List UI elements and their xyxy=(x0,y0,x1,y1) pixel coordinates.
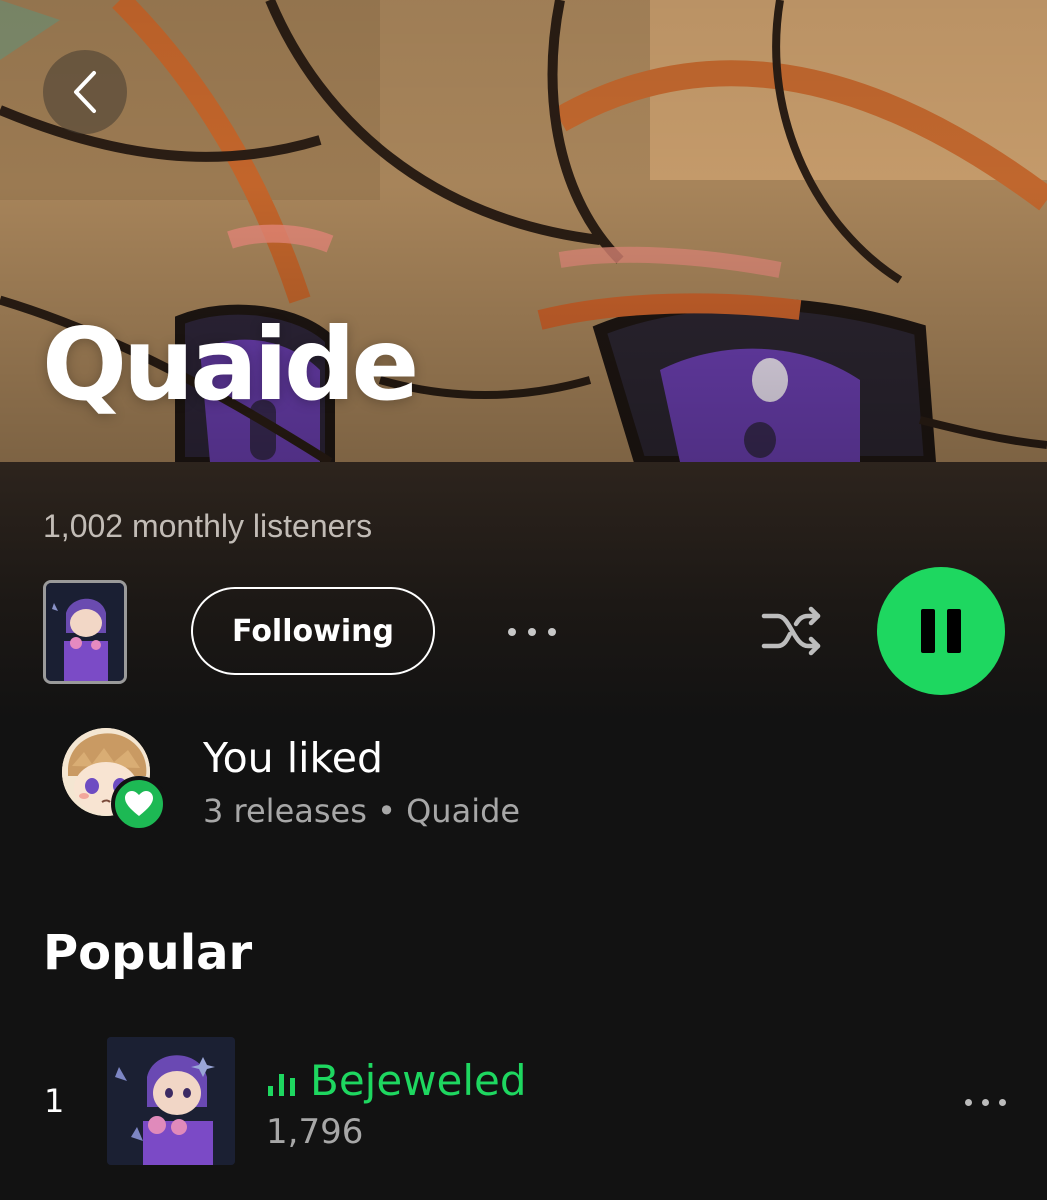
liked-subtitle: 3 releases • Quaide xyxy=(203,792,521,830)
following-button[interactable]: Following xyxy=(191,587,435,675)
monthly-listeners: 1,002 monthly listeners xyxy=(43,508,373,544)
artist-hero-banner: Quaide xyxy=(0,0,1047,462)
track-row[interactable]: 1 Bejeweled 1,796 xyxy=(0,1030,1047,1170)
track-artwork xyxy=(107,1037,235,1165)
shuffle-icon xyxy=(761,606,821,656)
more-options-button[interactable] xyxy=(500,612,564,652)
track-rank: 1 xyxy=(44,1082,65,1120)
heart-icon xyxy=(125,791,153,816)
more-dot xyxy=(548,628,556,636)
liked-title[interactable]: You liked xyxy=(203,734,383,782)
track-more-button[interactable] xyxy=(955,1082,1015,1122)
preview-art xyxy=(46,583,124,681)
pause-icon-bar xyxy=(947,609,961,653)
track-play-count: 1,796 xyxy=(266,1112,364,1152)
pause-icon xyxy=(921,609,935,653)
shuffle-button[interactable] xyxy=(755,598,831,664)
more-dot xyxy=(998,1098,1006,1106)
track-title: Bejeweled xyxy=(310,1056,527,1105)
more-dot xyxy=(528,628,536,636)
back-button[interactable] xyxy=(43,50,127,134)
artist-name: Quaide xyxy=(42,306,419,423)
track-artwork-image xyxy=(107,1037,235,1165)
pause-button[interactable] xyxy=(877,567,1005,695)
now-playing-icon xyxy=(268,1074,295,1096)
chevron-left-icon xyxy=(74,71,96,113)
liked-badge xyxy=(111,776,167,832)
more-horizontal-icon xyxy=(508,628,516,636)
more-horizontal-icon xyxy=(964,1098,972,1106)
artist-preview-thumbnail[interactable] xyxy=(43,580,127,684)
more-dot xyxy=(981,1098,989,1106)
popular-section-title: Popular xyxy=(43,925,253,981)
